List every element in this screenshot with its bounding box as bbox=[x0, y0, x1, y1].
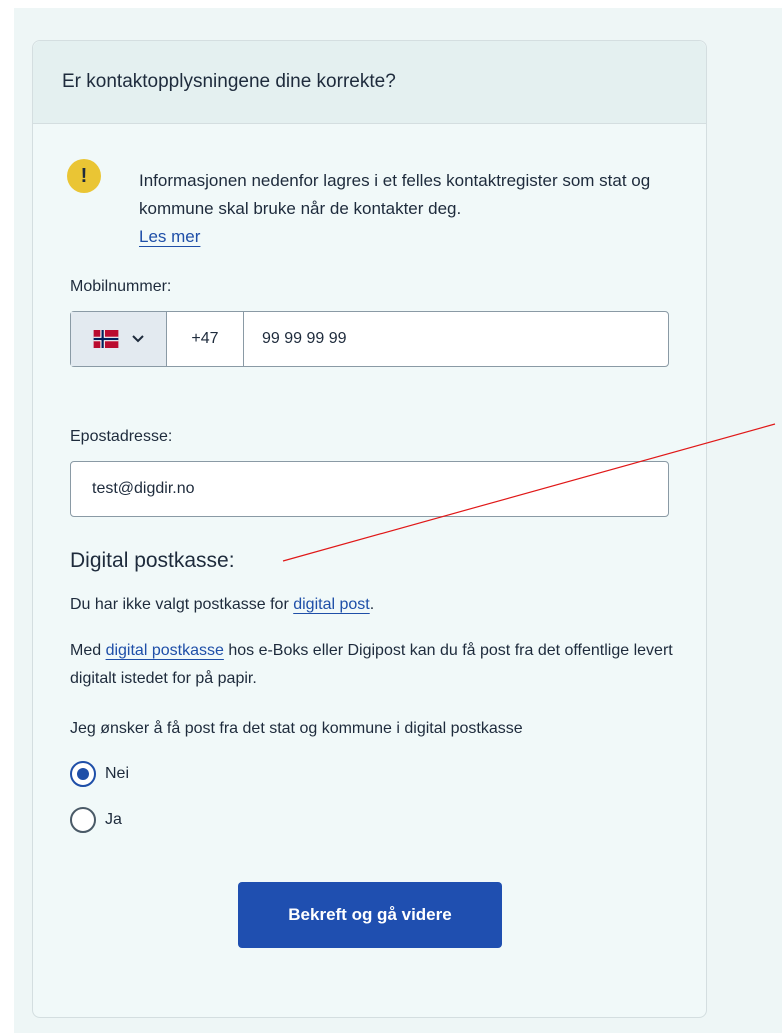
postbox-status-suffix: . bbox=[369, 596, 375, 613]
postbox-status-prefix: Du har ikke valgt postkasse for bbox=[70, 596, 294, 613]
info-description: Informasjonen nedenfor lagres i et felle… bbox=[139, 171, 651, 218]
email-field bbox=[70, 461, 669, 517]
read-more-link[interactable]: Les mer bbox=[139, 227, 200, 246]
info-text: Informasjonen nedenfor lagres i et felle… bbox=[139, 167, 669, 251]
digital-postbox-title: Digital postkasse: bbox=[70, 549, 235, 572]
phone-field: +47 bbox=[70, 311, 669, 367]
radio-button-ja[interactable] bbox=[70, 807, 96, 833]
radio-label-ja: Ja bbox=[105, 811, 122, 828]
phone-input[interactable] bbox=[244, 312, 668, 366]
country-prefix: +47 bbox=[167, 312, 244, 366]
norway-flag-icon bbox=[93, 330, 118, 348]
digital-postbox-link[interactable]: digital postkasse bbox=[106, 642, 224, 659]
postbox-question: Jeg ønsker å få post fra det stat og kom… bbox=[70, 720, 523, 737]
card-title: Er kontaktopplysningene dine korrekte? bbox=[33, 41, 706, 124]
confirm-button[interactable]: Bekreft og gå videre bbox=[238, 882, 502, 948]
postbox-description-prefix: Med bbox=[70, 642, 106, 659]
contact-card: Er kontaktopplysningene dine korrekte? !… bbox=[32, 40, 707, 1018]
radio-button-nei[interactable] bbox=[70, 761, 96, 787]
chevron-down-icon bbox=[131, 335, 144, 343]
country-select[interactable] bbox=[71, 312, 167, 366]
exclamation-icon: ! bbox=[67, 159, 101, 193]
email-input[interactable] bbox=[71, 479, 668, 499]
digital-post-link[interactable]: digital post bbox=[293, 596, 370, 613]
email-label: Epostadresse: bbox=[70, 428, 173, 445]
postbox-description: Med digital postkasse hos e-Boks eller D… bbox=[70, 637, 680, 693]
phone-label: Mobilnummer: bbox=[70, 278, 172, 295]
radio-label-nei: Nei bbox=[105, 765, 130, 782]
radio-option-ja[interactable]: Ja bbox=[70, 807, 122, 833]
postbox-status-text: Du har ikke valgt postkasse for digital … bbox=[70, 591, 680, 619]
radio-option-nei[interactable]: Nei bbox=[70, 761, 129, 787]
